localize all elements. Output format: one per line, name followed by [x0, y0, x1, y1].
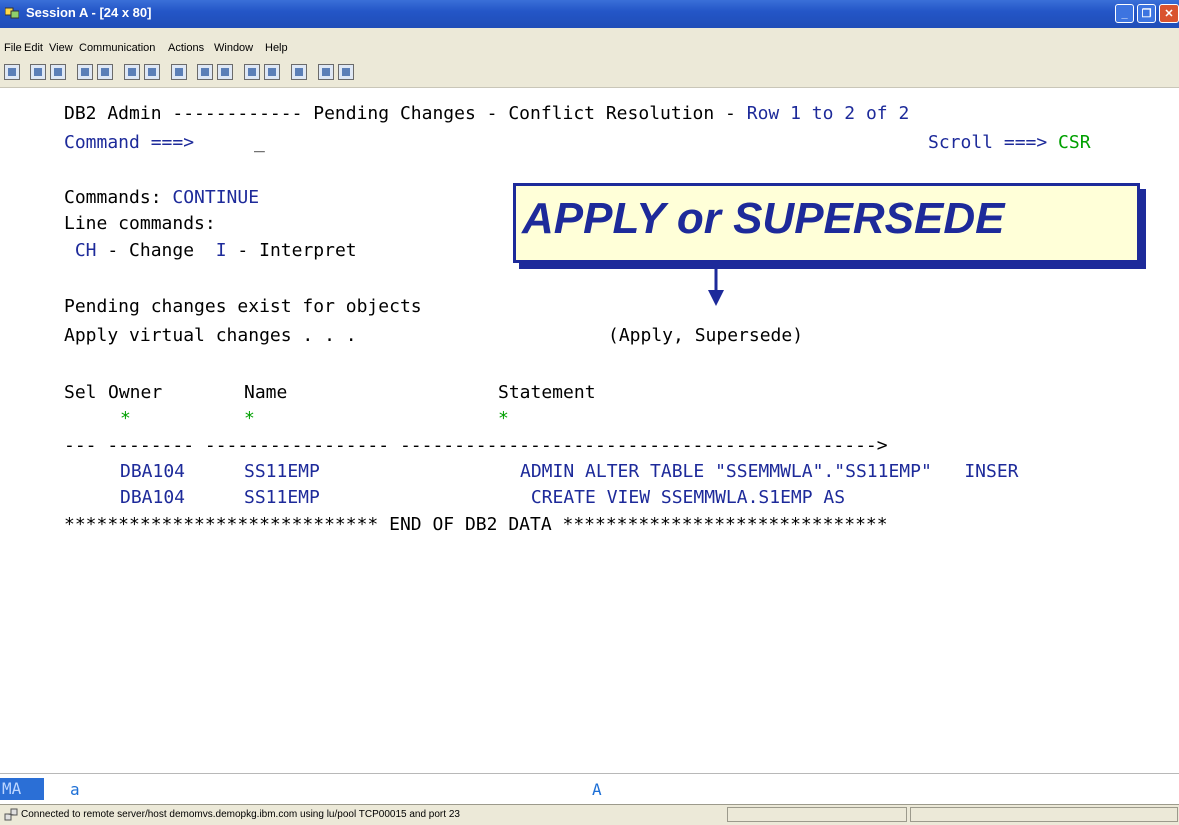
settings-icon[interactable]	[338, 64, 354, 80]
col-sel: Sel	[64, 382, 97, 403]
title-bar: Session A - [24 x 80] _ ❐ ✕	[0, 0, 1179, 28]
row-indicator: Row 1 to 2 of 2	[746, 103, 910, 124]
row-2-name: SS11EMP	[244, 487, 320, 508]
callout-text: APPLY or SUPERSEDE	[522, 194, 1005, 243]
callout-box: APPLY or SUPERSEDE	[513, 183, 1140, 263]
row-2-sel[interactable]	[64, 488, 100, 508]
operator-info-area: MA a A	[0, 773, 1179, 805]
apply-options: (Apply, Supersede)	[608, 325, 804, 346]
row-1-owner: DBA104	[120, 461, 186, 482]
scroll-label: Scroll ===>	[928, 132, 1059, 153]
apply-input[interactable]	[508, 326, 578, 346]
print-screen-icon[interactable]	[124, 64, 140, 80]
line-cmd-ch: CH	[74, 240, 97, 261]
row-2-statement: CREATE VIEW SSEMMWLA.S1EMP AS	[520, 487, 846, 508]
owner-filter[interactable]: *	[120, 409, 131, 429]
macro-icon[interactable]	[171, 64, 187, 80]
command-label: Command ===>	[64, 132, 205, 153]
status-bar: Connected to remote server/host demomvs.…	[0, 804, 1179, 825]
send-icon[interactable]	[77, 64, 93, 80]
menu-edit[interactable]: Edit	[24, 42, 43, 54]
statement-filter[interactable]: *	[498, 409, 509, 429]
header-line: DB2 Admin ------------ Pending Changes -…	[64, 104, 909, 124]
end-of-data-line: ***************************** END OF DB2…	[64, 514, 888, 535]
window-title: Session A - [24 x 80]	[26, 5, 152, 20]
menu-file[interactable]: File	[4, 42, 22, 54]
commands-line: Commands: CONTINUE	[64, 188, 259, 208]
edit-macro-icon[interactable]	[264, 64, 280, 80]
paste-icon[interactable]	[50, 64, 66, 80]
command-input[interactable]: _	[254, 133, 265, 153]
panel-title: DB2 Admin ------------ Pending Changes -…	[64, 103, 747, 124]
record-icon[interactable]	[197, 64, 213, 80]
input-indicator: A	[592, 780, 602, 799]
row-1-statement: ADMIN ALTER TABLE "SSEMMWLA"."SS11EMP" I…	[520, 461, 1019, 482]
line-cmd-i-desc: - Interpret	[226, 240, 357, 261]
col-owner: Owner	[108, 382, 163, 403]
menu-window[interactable]: Window	[214, 42, 253, 54]
connection-icon	[4, 808, 18, 821]
mode-indicator: MA	[0, 778, 44, 800]
status-message: Connected to remote server/host demomvs.…	[21, 809, 460, 820]
status-pane-1	[727, 807, 907, 822]
connection-indicator: a	[70, 780, 80, 799]
copy-icon[interactable]	[30, 64, 46, 80]
status-pane-2	[910, 807, 1178, 822]
restore-button[interactable]: ❐	[1137, 4, 1156, 23]
commands-value: CONTINUE	[172, 187, 260, 208]
row-1-sel[interactable]	[64, 462, 100, 482]
pending-message: Pending changes exist for objects	[64, 296, 422, 317]
web-icon[interactable]	[318, 64, 334, 80]
toolbar	[0, 58, 1179, 88]
keypad-icon[interactable]	[291, 64, 307, 80]
display-icon[interactable]	[4, 64, 20, 80]
line-cmd-ch-desc: - Change	[96, 240, 216, 261]
row-1-name: SS11EMP	[244, 461, 320, 482]
menu-view[interactable]: View	[49, 42, 73, 54]
line-cmd-i: I	[215, 240, 227, 261]
row-2-owner: DBA104	[120, 487, 186, 508]
menu-actions[interactable]: Actions	[168, 42, 204, 54]
receive-icon[interactable]	[97, 64, 113, 80]
close-button[interactable]: ✕	[1159, 4, 1179, 23]
line-commands-label: Line commands:	[64, 213, 216, 234]
print-icon[interactable]	[144, 64, 160, 80]
col-name: Name	[244, 382, 288, 403]
session-icon	[5, 7, 19, 19]
line-commands-list: CH - Change I - Interpret	[64, 241, 357, 261]
scroll-input[interactable]: CSR	[1058, 132, 1091, 153]
name-filter[interactable]: *	[244, 409, 255, 429]
menu-communication[interactable]: Communication	[79, 42, 155, 54]
arrow-down-icon	[708, 262, 724, 306]
separator-line: --- -------- ----------------- ---------…	[64, 435, 888, 456]
minimize-button[interactable]: _	[1115, 4, 1134, 23]
stop-icon[interactable]	[217, 64, 233, 80]
apply-label: Apply virtual changes . . .	[64, 325, 357, 346]
play-icon[interactable]	[244, 64, 260, 80]
col-statement: Statement	[498, 382, 596, 403]
menu-bar: File Edit View Communication Actions Win…	[0, 28, 1179, 58]
menu-help[interactable]: Help	[265, 42, 288, 54]
commands-label: Commands:	[64, 187, 173, 208]
scroll-field: Scroll ===> CSR	[928, 133, 1091, 153]
